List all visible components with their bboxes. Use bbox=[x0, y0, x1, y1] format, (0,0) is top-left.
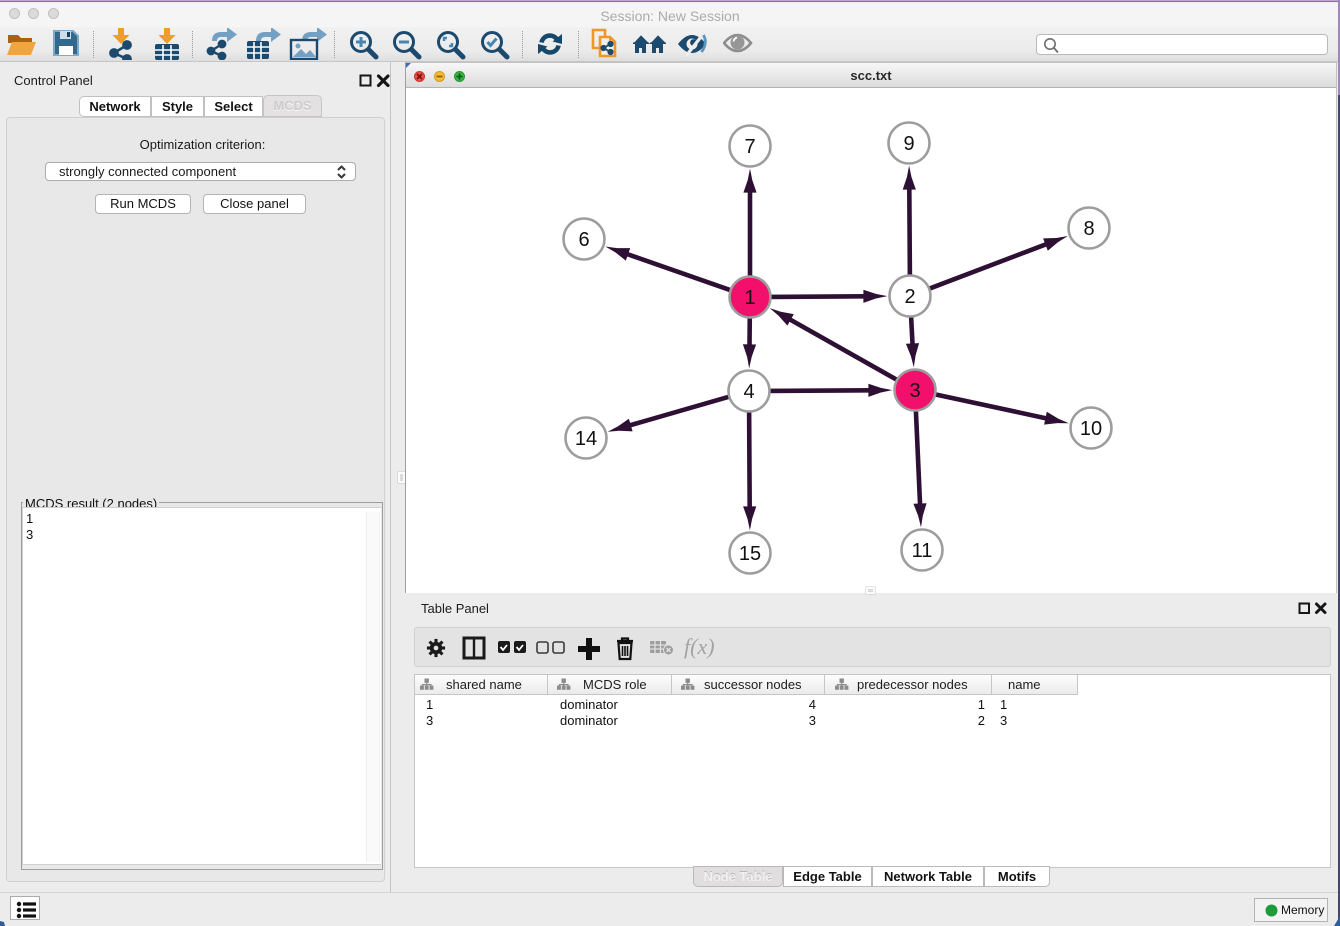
svg-text:14: 14 bbox=[575, 428, 597, 450]
svg-text:15: 15 bbox=[739, 543, 761, 565]
svg-text:7: 7 bbox=[744, 136, 755, 158]
svg-text:4: 4 bbox=[743, 381, 754, 403]
svg-text:10: 10 bbox=[1080, 418, 1102, 440]
svg-text:2: 2 bbox=[904, 286, 915, 308]
svg-text:9: 9 bbox=[903, 133, 914, 155]
svg-text:11: 11 bbox=[912, 540, 933, 562]
svg-text:3: 3 bbox=[909, 380, 920, 402]
svg-text:1: 1 bbox=[744, 287, 755, 309]
svg-text:8: 8 bbox=[1083, 218, 1094, 240]
svg-text:6: 6 bbox=[578, 229, 589, 251]
